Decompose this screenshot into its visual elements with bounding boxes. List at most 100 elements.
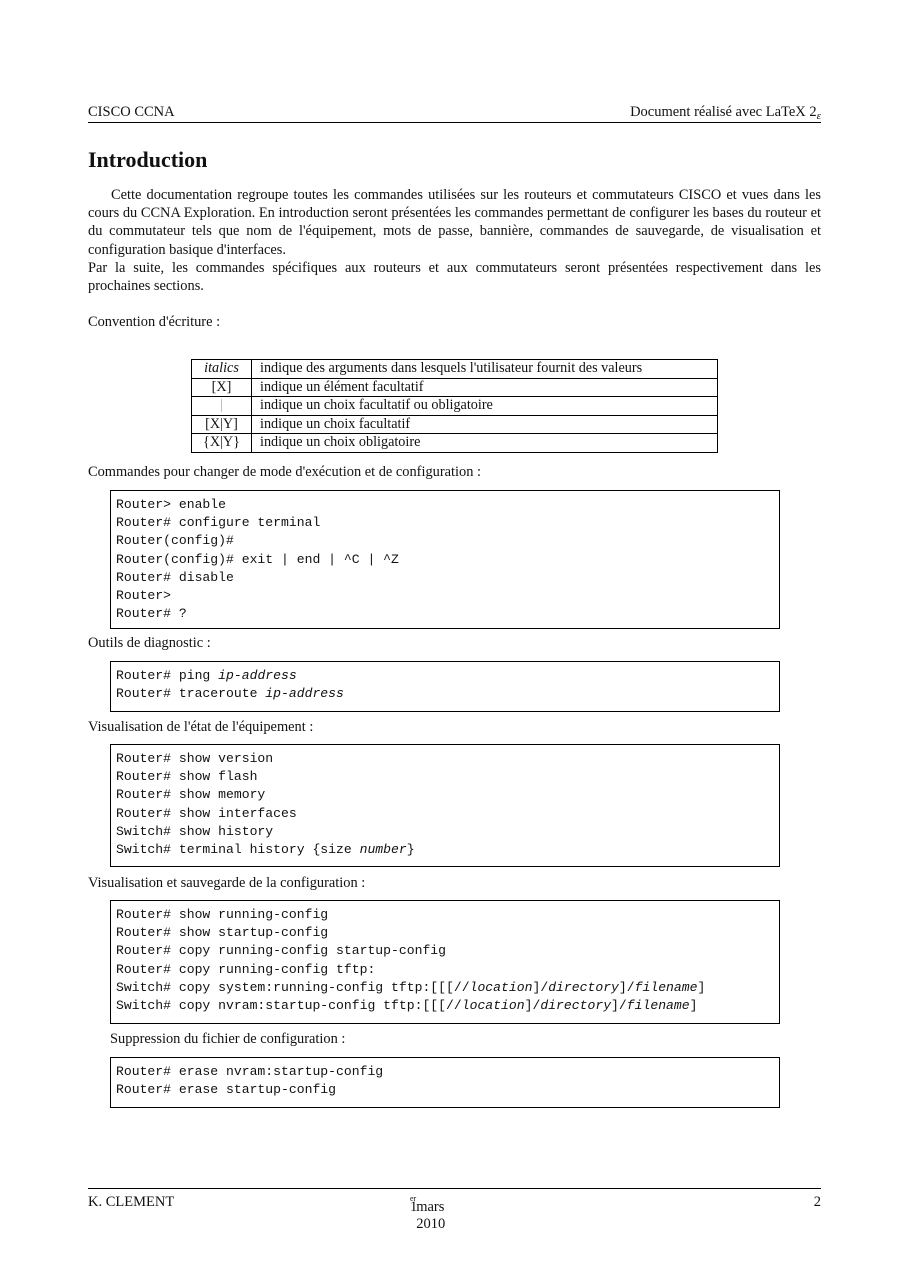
code-block-config-erase: Router# erase nvram:startup-config Router… [110, 1057, 780, 1108]
intro-paragraph-2: Par la suite, les commandes spécifiques … [88, 260, 821, 295]
command-line: Router# show version [116, 750, 774, 768]
command-argument: filename [634, 979, 698, 995]
convention-label: Convention d'écriture : [88, 314, 221, 330]
convention-table: italics indique des arguments dans lesqu… [191, 359, 718, 453]
command-argument: location [469, 979, 533, 995]
command-text: Router> [116, 588, 172, 604]
command-line: Router# configure terminal [116, 514, 774, 532]
convention-description: indique un choix facultatif [251, 414, 718, 434]
command-argument: filename [626, 998, 690, 1014]
command-line: Router> enable [116, 496, 774, 514]
command-line: Router# ping ip-address [116, 667, 774, 685]
header-left-title: CISCO CCNA [88, 104, 175, 120]
footer-date-rest: mars 2010 [416, 1199, 446, 1232]
command-text: Router# disable [116, 569, 234, 585]
convention-symbol: [X|Y] [191, 414, 252, 434]
command-line: Router# erase startup-config [116, 1081, 774, 1099]
footer-date: 1 er mars 2010 [410, 1194, 445, 1232]
command-line: Switch# terminal history {size number} [116, 841, 774, 859]
command-line: Router(config)# [116, 532, 774, 550]
command-text: Router# show startup-config [116, 925, 329, 941]
command-argument: ip-address [218, 668, 297, 683]
intro-paragraph-1: Cette documentation regroupe toutes les … [88, 187, 821, 258]
convention-symbol: {X|Y} [191, 433, 252, 453]
command-text: Router> enable [116, 497, 227, 512]
command-argument: number [359, 842, 407, 858]
convention-description: indique un choix facultatif ou obligatoi… [251, 396, 718, 416]
command-line: Router# show interfaces [116, 805, 774, 823]
convention-row: {X|Y} indique un choix obligatoire [191, 433, 718, 453]
section-title: Introduction [88, 147, 208, 172]
command-text: Router# show running-config [116, 907, 329, 922]
command-text: ]/ [611, 998, 627, 1014]
command-text: Router# show flash [116, 769, 258, 785]
footer-page-number: 2 [813, 1194, 821, 1210]
latex-logo-epsilon: ε [816, 110, 821, 122]
convention-description: indique un choix obligatoire [251, 433, 718, 453]
command-text: Router# ping [116, 668, 219, 683]
command-text: ]/ [532, 979, 549, 995]
command-argument: ip-address [265, 686, 344, 702]
convention-symbol: [X] [191, 377, 252, 397]
convention-description: indique un élément facultatif [251, 377, 718, 397]
command-argument: location [461, 998, 525, 1014]
command-text: ] [689, 998, 698, 1014]
command-text: Router(config)# [116, 533, 234, 549]
command-text: Router# show interfaces [116, 805, 297, 821]
command-line: Router# disable [116, 569, 774, 587]
command-argument: directory [548, 979, 619, 995]
command-line: Router# erase nvram:startup-config [116, 1063, 774, 1081]
command-line: Router# traceroute ip-address [116, 685, 774, 703]
command-line: Switch# copy nvram:startup-config tftp:[… [116, 997, 774, 1015]
section-label-modes: Commandes pour changer de mode d'exécuti… [88, 464, 482, 480]
convention-row: | indique un choix facultatif ou obligat… [191, 396, 718, 416]
header-credit-text: Document réalisé avec [630, 104, 766, 120]
header-right-credit: Document réalisé avec LaTeX 2ε [630, 104, 821, 122]
command-line: Router# show startup-config [116, 924, 774, 942]
command-text: Router# erase nvram:startup-config [116, 1064, 384, 1079]
command-text: Router# configure terminal [116, 515, 321, 531]
convention-row: [X|Y] indique un choix facultatif [191, 414, 718, 434]
section-label-config-erase: Suppression du fichier de configuration … [110, 1031, 346, 1047]
code-block-equipment-state: Router# show version Router# show flash Ro… [110, 744, 780, 867]
command-text: Router# traceroute [116, 686, 266, 702]
command-line: Router# copy running-config startup-conf… [116, 942, 774, 960]
page-footer: K. CLEMENT 1 er mars 2010 2 [88, 1188, 821, 1232]
command-text: Switch# show history [116, 823, 274, 839]
command-text: Router(config)# exit | end | ^C | ^Z [116, 551, 399, 567]
footer-author: K. CLEMENT [88, 1194, 175, 1210]
section-label-equipment-state: Visualisation de l'état de l'équipement … [88, 719, 314, 735]
command-line: Switch# copy system:running-config tftp:… [116, 979, 774, 997]
command-text: Router# show version [116, 751, 274, 766]
command-line: Router# show memory [116, 786, 774, 804]
page-header: CISCO CCNA Document réalisé avec LaTeX 2… [88, 104, 821, 123]
section-label-diagnostic: Outils de diagnostic : [88, 635, 211, 651]
command-text: Router# copy running-config tftp: [116, 961, 376, 977]
convention-symbol: | [191, 396, 252, 416]
convention-symbol: italics [191, 359, 252, 379]
section-label-config-save: Visualisation et sauvegarde de la config… [88, 875, 366, 891]
convention-description: indique des arguments dans lesquels l'ut… [251, 359, 718, 379]
command-line: Router# ? [116, 605, 774, 623]
command-text: } [406, 842, 415, 858]
latex-logo: LaTeX 2 [765, 104, 817, 120]
command-text: Switch# terminal history {size [116, 842, 360, 858]
command-line: Switch# show history [116, 823, 774, 841]
command-text: Router# erase startup-config [116, 1082, 337, 1098]
command-line: Router> [116, 587, 774, 605]
command-text: Switch# copy system:running-config tftp:… [116, 979, 470, 995]
code-block-config-save: Router# show running-config Router# show … [110, 900, 780, 1024]
command-line: Router# copy running-config tftp: [116, 961, 774, 979]
command-line: Router# show flash [116, 768, 774, 786]
code-block-diagnostic: Router# ping ip-address Router# tracerout… [110, 661, 780, 712]
code-block-modes: Router> enable Router# configure terminal… [110, 490, 780, 629]
convention-row: [X] indique un élément facultatif [191, 377, 718, 397]
command-text: Router# show memory [116, 787, 266, 803]
command-argument: directory [540, 998, 612, 1014]
command-text: Switch# copy nvram:startup-config tftp:[… [116, 998, 462, 1014]
command-text: ]/ [524, 998, 541, 1014]
command-line: Router(config)# exit | end | ^C | ^Z [116, 551, 774, 569]
convention-row: italics indique des arguments dans lesqu… [191, 359, 718, 379]
command-text: Router# ? [116, 606, 187, 622]
command-text: Router# copy running-config startup-conf… [116, 943, 447, 959]
